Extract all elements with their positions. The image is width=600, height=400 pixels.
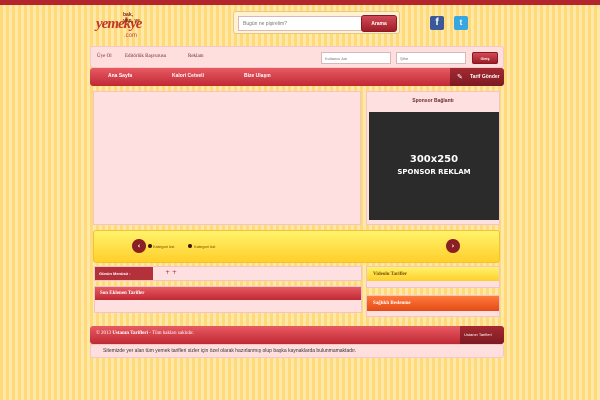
ad-size: 300x250 bbox=[409, 154, 459, 165]
copyright: © 2013 Ustanın Tarifleri - Tüm hakları s… bbox=[96, 331, 194, 336]
top-bar bbox=[0, 0, 600, 5]
video-recipes-heading[interactable]: Videolu Tarifler bbox=[367, 267, 499, 281]
newest-recipes-section: Son Eklenen Tarifler bbox=[94, 286, 362, 313]
footer-brand: Ustanın Tarifleri bbox=[112, 331, 149, 336]
slider-dot bbox=[188, 244, 192, 248]
slider-label[interactable]: Kategori üst bbox=[153, 244, 174, 249]
sponsor-ad[interactable]: 300x250 SPONSOR REKLAM bbox=[369, 112, 499, 220]
login-button[interactable]: Giriş bbox=[472, 52, 498, 64]
slider-dot bbox=[148, 244, 152, 248]
username-input[interactable] bbox=[321, 52, 391, 64]
submit-recipe-label: Tarif Gönder bbox=[470, 74, 500, 80]
nav-home[interactable]: Ana Sayfa bbox=[108, 73, 132, 79]
facebook-icon[interactable]: f bbox=[430, 16, 444, 30]
twitter-icon[interactable]: t bbox=[454, 16, 468, 30]
category-slider: ‹ Kategori üst Kategori üst › bbox=[93, 230, 500, 263]
logo-tagline: bak, yap, ye bbox=[123, 12, 140, 24]
newest-recipes-heading[interactable]: Son Eklenen Tarifler bbox=[95, 287, 361, 300]
main-nav: Ana Sayfa Kalori Cetveli Bize Ulaşın ✎ T… bbox=[90, 68, 504, 86]
site-logo[interactable]: yemekye bak, yap, ye .com bbox=[96, 10, 144, 40]
slider-label[interactable]: Kategori üst bbox=[194, 244, 215, 249]
copyright-rights: - Tüm hakları saklıdır. bbox=[149, 331, 194, 336]
submit-recipe-button[interactable]: ✎ Tarif Gönder bbox=[450, 68, 504, 86]
register-link[interactable]: Üye Ol bbox=[97, 54, 112, 59]
nav-contact[interactable]: Bize Ulaşın bbox=[244, 73, 271, 79]
pencil-icon: ✎ bbox=[457, 73, 463, 81]
today-menu-items[interactable]: + + bbox=[165, 269, 177, 276]
logo-domain: .com bbox=[124, 33, 138, 39]
footer: © 2013 Ustanın Tarifleri - Tüm hakları s… bbox=[90, 326, 504, 344]
search-input[interactable] bbox=[238, 16, 364, 31]
today-menu-bar: Günün Menüsü : + + bbox=[94, 266, 362, 281]
search-box: Arama bbox=[233, 11, 400, 34]
video-recipes-section: Videolu Tarifler bbox=[366, 266, 500, 288]
password-input[interactable] bbox=[396, 52, 466, 64]
disclaimer: Sitemizde yer alan tüm yemek tarifleri s… bbox=[90, 344, 504, 358]
sponsor-panel: Sponsor Bağlantı 300x250 SPONSOR REKLAM bbox=[366, 91, 500, 225]
footer-brand-link[interactable]: Ustanın Tarifleri bbox=[460, 326, 504, 344]
today-menu-label: Günün Menüsü : bbox=[95, 267, 153, 280]
editor-application-link[interactable]: Editörlük Başvurusu bbox=[125, 54, 166, 59]
healthy-eating-heading[interactable]: Sağlıklı Beslenme bbox=[367, 296, 499, 311]
search-button[interactable]: Arama bbox=[361, 15, 397, 32]
slider-next-button[interactable]: › bbox=[446, 239, 460, 253]
copyright-year: © 2013 bbox=[96, 331, 112, 336]
top-menu: Üye Ol Editörlük Başvurusu Reklam Giriş bbox=[90, 46, 504, 68]
healthy-eating-section: Sağlıklı Beslenme bbox=[366, 295, 500, 317]
sponsor-title: Sponsor Bağlantı bbox=[412, 98, 454, 104]
ad-label: SPONSOR REKLAM bbox=[397, 168, 471, 176]
slider-prev-button[interactable]: ‹ bbox=[132, 239, 146, 253]
advertising-link[interactable]: Reklam bbox=[188, 54, 204, 59]
nav-calorie-table[interactable]: Kalori Cetveli bbox=[172, 73, 204, 79]
featured-panel bbox=[93, 91, 361, 225]
